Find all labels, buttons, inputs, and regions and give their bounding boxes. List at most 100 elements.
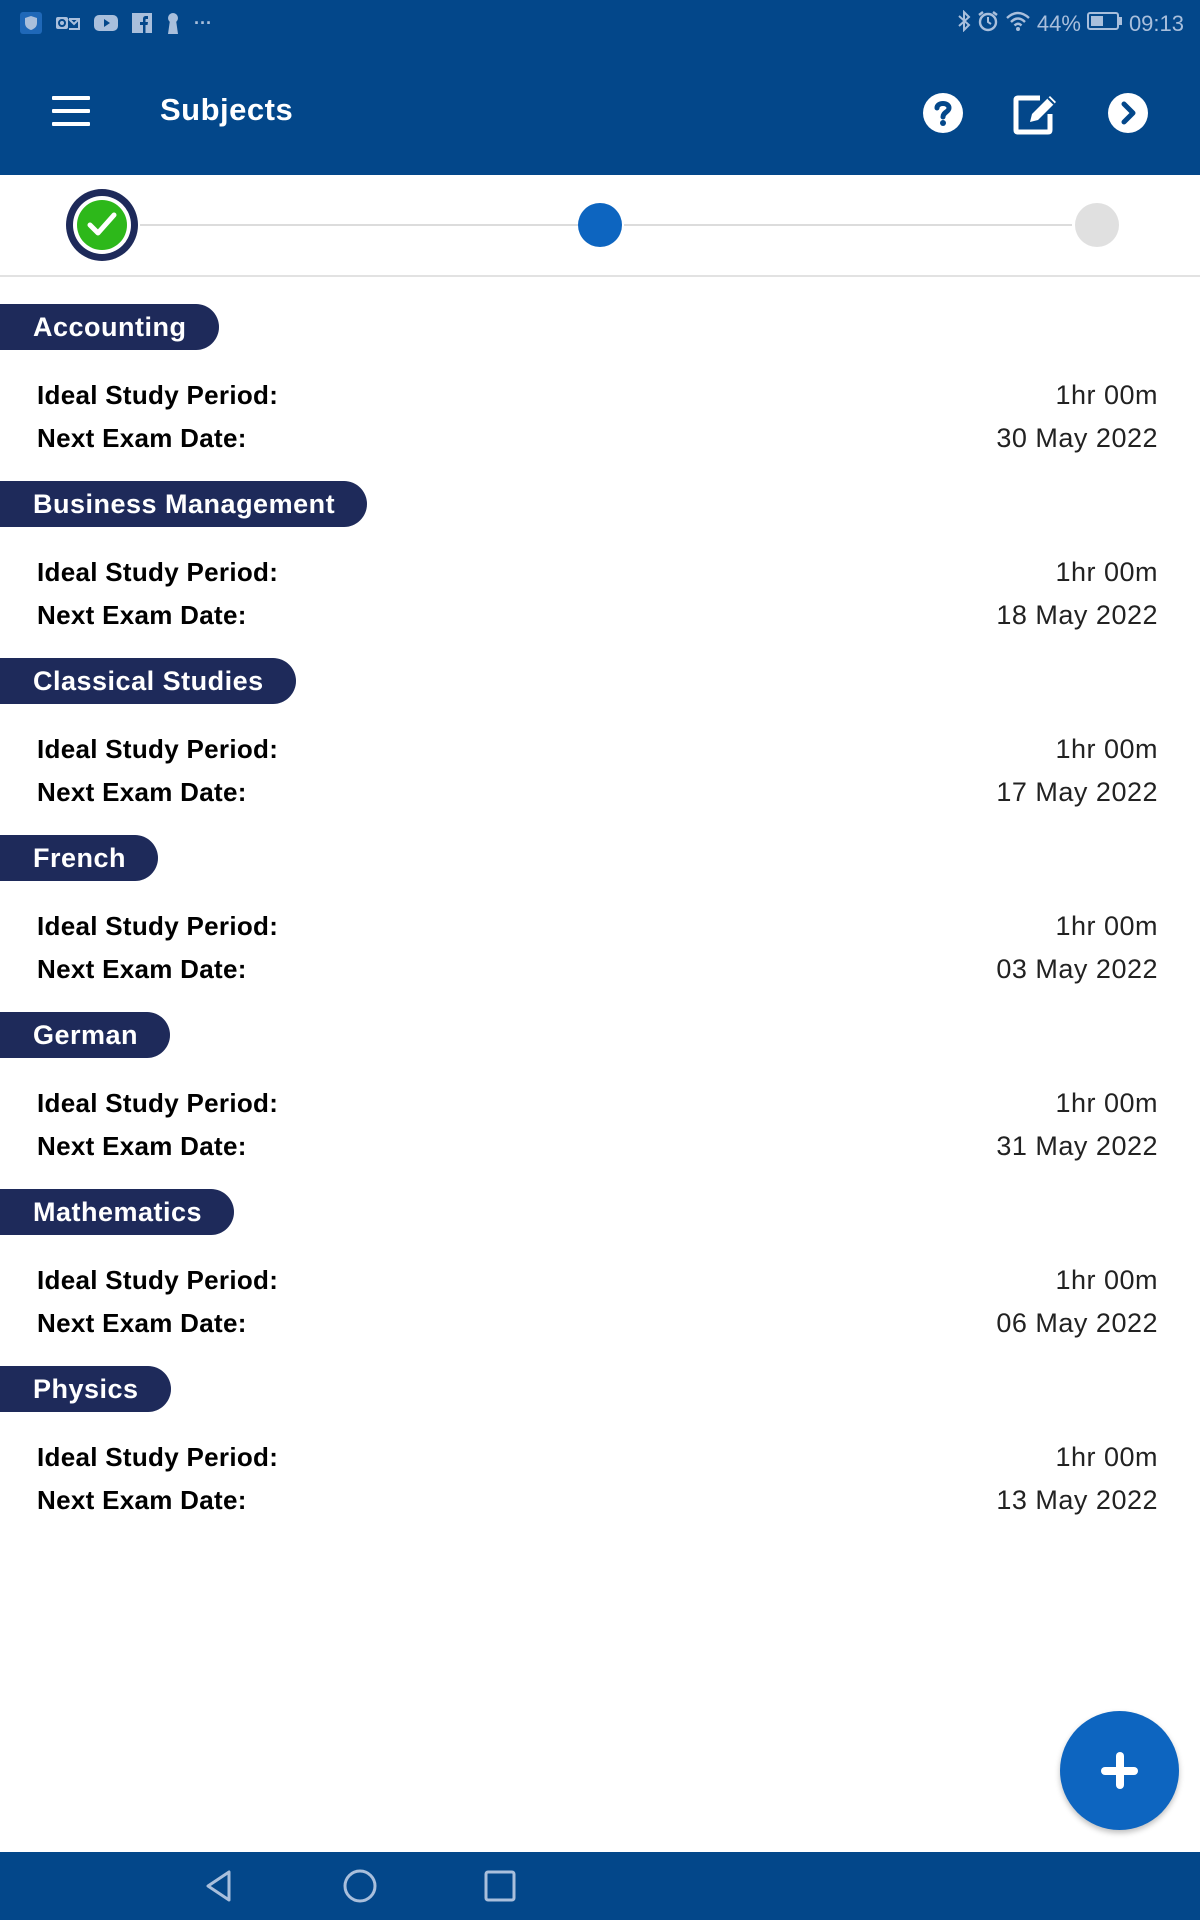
exam-date-value: 31 May 2022 (996, 1130, 1158, 1161)
study-period-row: Ideal Study Period: 1hr 00m (37, 729, 1158, 769)
exam-date-value: 18 May 2022 (996, 599, 1158, 630)
battery-icon (1086, 11, 1123, 37)
subject-name[interactable]: Accounting (0, 304, 219, 350)
subject-name[interactable]: Classical Studies (0, 658, 296, 704)
back-icon (206, 1870, 231, 1902)
help-button[interactable] (920, 90, 966, 136)
subject-item[interactable]: German Ideal Study Period: 1hr 00m Next … (0, 1012, 1200, 1189)
step-3-upcoming[interactable] (1075, 203, 1119, 247)
menu-icon (52, 96, 90, 100)
exam-date-value: 03 May 2022 (996, 953, 1158, 984)
subject-name[interactable]: Mathematics (0, 1189, 235, 1235)
more-notifications-icon: ··· (194, 12, 212, 33)
subject-item[interactable]: Physics Ideal Study Period: 1hr 00m Next… (0, 1366, 1200, 1543)
edit-button[interactable] (1012, 90, 1058, 136)
facebook-icon (132, 12, 152, 34)
menu-icon-bar (52, 109, 90, 113)
exam-date-row: Next Exam Date: 13 May 2022 (37, 1480, 1158, 1520)
study-period-row: Ideal Study Period: 1hr 00m (37, 1083, 1158, 1123)
subject-name[interactable]: French (0, 835, 159, 881)
youtube-icon (94, 12, 118, 34)
help-icon (923, 93, 963, 133)
exam-date-row: Next Exam Date: 18 May 2022 (37, 595, 1158, 635)
add-subject-button[interactable] (1060, 1711, 1179, 1830)
subject-item[interactable]: Accounting Ideal Study Period: 1hr 00m N… (0, 304, 1200, 481)
subject-item[interactable]: French Ideal Study Period: 1hr 00m Next … (0, 835, 1200, 1012)
exam-date-label: Next Exam Date: (37, 1130, 247, 1161)
study-period-value: 1hr 00m (1055, 556, 1158, 587)
exam-date-label: Next Exam Date: (37, 953, 247, 984)
exam-date-label: Next Exam Date: (37, 1484, 247, 1515)
menu-icon-bar (52, 122, 90, 126)
exam-date-value: 13 May 2022 (996, 1484, 1158, 1515)
exam-date-row: Next Exam Date: 31 May 2022 (37, 1126, 1158, 1166)
subject-item[interactable]: Business Management Ideal Study Period: … (0, 481, 1200, 658)
study-period-label: Ideal Study Period: (37, 1087, 279, 1118)
plus-icon-bar (1116, 1752, 1124, 1789)
study-period-value: 1hr 00m (1055, 910, 1158, 941)
exam-date-row: Next Exam Date: 17 May 2022 (37, 772, 1158, 812)
step-connector (140, 224, 578, 226)
alarm-icon (977, 10, 999, 38)
bluetooth-icon (957, 9, 971, 38)
next-icon (1108, 93, 1148, 133)
exam-date-value: 30 May 2022 (996, 422, 1158, 453)
exam-date-label: Next Exam Date: (37, 422, 247, 453)
study-period-value: 1hr 00m (1055, 1264, 1158, 1295)
step-2-current[interactable] (578, 203, 622, 247)
step-connector (624, 224, 1072, 226)
exam-date-value: 06 May 2022 (996, 1307, 1158, 1338)
study-period-label: Ideal Study Period: (37, 556, 279, 587)
study-period-row: Ideal Study Period: 1hr 00m (37, 1260, 1158, 1300)
study-period-value: 1hr 00m (1055, 733, 1158, 764)
study-period-row: Ideal Study Period: 1hr 00m (37, 906, 1158, 946)
study-period-label: Ideal Study Period: (37, 733, 279, 764)
study-period-value: 1hr 00m (1055, 1441, 1158, 1472)
menu-button[interactable] (52, 96, 92, 126)
battery-percent: 44% (1036, 11, 1081, 36)
subject-name[interactable]: Business Management (0, 481, 368, 527)
exam-date-row: Next Exam Date: 30 May 2022 (37, 418, 1158, 458)
study-period-row: Ideal Study Period: 1hr 00m (37, 375, 1158, 415)
exam-date-value: 17 May 2022 (996, 776, 1158, 807)
wifi-icon (1005, 10, 1031, 38)
study-period-row: Ideal Study Period: 1hr 00m (37, 1437, 1158, 1477)
subjects-list: Accounting Ideal Study Period: 1hr 00m N… (0, 304, 1200, 1543)
home-button[interactable] (340, 1866, 380, 1906)
app-bar: Subjects (0, 50, 1200, 175)
system-indicators: 44% 09:13 (957, 9, 1184, 38)
study-period-value: 1hr 00m (1055, 1087, 1158, 1118)
exam-date-label: Next Exam Date: (37, 599, 247, 630)
shield-icon (20, 12, 42, 34)
exam-date-label: Next Exam Date: (37, 1307, 247, 1338)
page-title: Subjects (160, 92, 294, 127)
clock: 09:13 (1128, 11, 1184, 36)
exam-date-row: Next Exam Date: 03 May 2022 (37, 949, 1158, 989)
exam-date-row: Next Exam Date: 06 May 2022 (37, 1303, 1158, 1343)
recents-button[interactable] (480, 1866, 520, 1906)
progress-stepper (0, 175, 1200, 277)
subject-item[interactable]: Classical Studies Ideal Study Period: 1h… (0, 658, 1200, 835)
subject-name[interactable]: Physics (0, 1366, 171, 1412)
next-button[interactable] (1105, 90, 1151, 136)
study-period-label: Ideal Study Period: (37, 379, 279, 410)
edit-icon (1013, 95, 1056, 135)
status-bar: ··· 44% 09:13 (0, 0, 1200, 50)
study-period-label: Ideal Study Period: (37, 1264, 279, 1295)
study-period-label: Ideal Study Period: (37, 1441, 279, 1472)
system-nav-bar (0, 1852, 1200, 1920)
recents-icon (484, 1870, 516, 1902)
back-button[interactable] (200, 1866, 240, 1906)
home-icon (343, 1869, 377, 1903)
study-period-row: Ideal Study Period: 1hr 00m (37, 552, 1158, 592)
subject-name[interactable]: German (0, 1012, 171, 1058)
step-1-completed[interactable] (66, 189, 138, 261)
notification-icons: ··· (20, 12, 212, 34)
study-period-value: 1hr 00m (1055, 379, 1158, 410)
check-icon (87, 212, 117, 236)
subject-item[interactable]: Mathematics Ideal Study Period: 1hr 00m … (0, 1189, 1200, 1366)
keyhole-icon (166, 12, 180, 34)
study-period-label: Ideal Study Period: (37, 910, 279, 941)
outlook-icon (56, 12, 80, 34)
exam-date-label: Next Exam Date: (37, 776, 247, 807)
